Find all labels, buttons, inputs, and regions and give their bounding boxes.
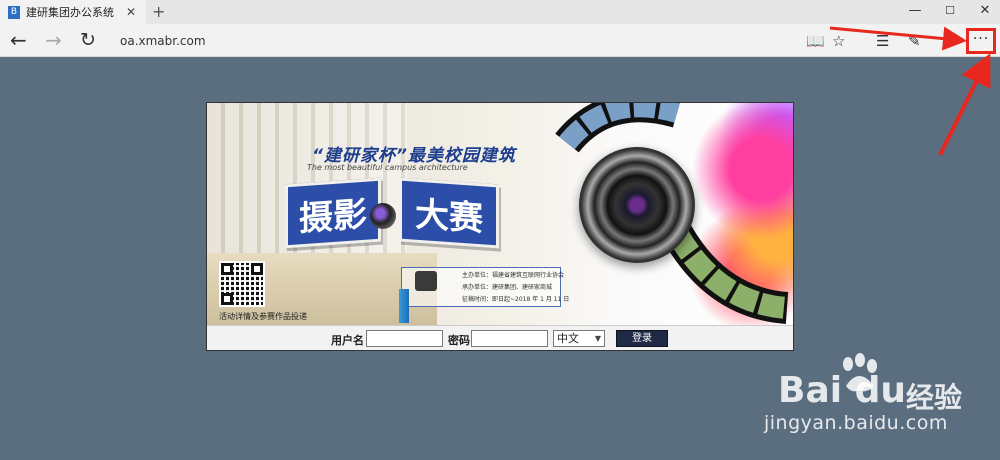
window-maximize-button[interactable]: ☐: [940, 2, 960, 20]
camera-lens-graphic: [579, 147, 695, 263]
more-actions-button[interactable]: ···: [966, 28, 996, 54]
title-right-panel: 大赛: [399, 177, 499, 249]
favorite-star-icon[interactable]: ☆: [832, 31, 845, 51]
web-note-icon[interactable]: ✎: [908, 31, 921, 51]
language-selected: 中文: [557, 332, 579, 345]
window-minimize-button[interactable]: —: [905, 2, 925, 20]
login-button[interactable]: 登录: [616, 330, 668, 347]
oa-portal: “建研家杯”最美校园建筑 The most beautiful campus a…: [206, 102, 794, 351]
qr-caption: 活动详情及参赛作品投递: [219, 312, 307, 321]
browser-tab[interactable]: B 建研集团办公系统 ✕: [0, 0, 146, 24]
refresh-icon[interactable]: ↻: [80, 28, 96, 52]
banner-main-title: 摄影 大赛: [285, 177, 503, 249]
hub-icon[interactable]: ☰: [876, 31, 889, 51]
browser-navbar: ← → ↻ oa.xmabr.com 📖 ☆ ☰ ✎ ⇪: [0, 24, 1000, 57]
share-icon[interactable]: ⇪: [942, 31, 955, 51]
address-bar[interactable]: oa.xmabr.com: [114, 29, 794, 53]
new-tab-button[interactable]: +: [152, 2, 165, 21]
language-select[interactable]: 中文 ▼: [553, 330, 605, 347]
lens-icon: [370, 203, 396, 229]
password-label: 密码: [448, 334, 470, 347]
contest-banner: “建研家杯”最美校园建筑 The most beautiful campus a…: [207, 103, 793, 325]
forward-arrow-icon[interactable]: →: [45, 28, 62, 52]
password-input[interactable]: [471, 330, 548, 347]
title-left-panel: 摄影: [285, 177, 381, 249]
username-label: 用户名: [331, 334, 364, 347]
paw-icon: [843, 353, 877, 392]
reading-view-icon[interactable]: 📖: [806, 31, 825, 51]
tab-close-icon[interactable]: ✕: [126, 5, 136, 19]
back-arrow-icon[interactable]: ←: [10, 28, 27, 52]
window-close-button[interactable]: ✕: [975, 2, 995, 20]
browser-titlebar: B 建研集团办公系统 ✕ + — ☐ ✕: [0, 0, 1000, 24]
username-input[interactable]: [366, 330, 443, 347]
camera-icon: [415, 271, 437, 291]
watermark-url: jingyan.baidu.com: [764, 412, 948, 434]
site-favicon-icon: B: [8, 5, 20, 19]
login-bar: 用户名 密码 中文 ▼ 登录: [207, 325, 793, 350]
tab-title: 建研集团办公系统: [26, 6, 114, 19]
banner-subtitle: The most beautiful campus architecture: [307, 163, 468, 172]
watermark-jingyan: 经验: [906, 381, 963, 414]
pencil-graphic: [399, 289, 409, 323]
chevron-down-icon: ▼: [594, 334, 601, 343]
